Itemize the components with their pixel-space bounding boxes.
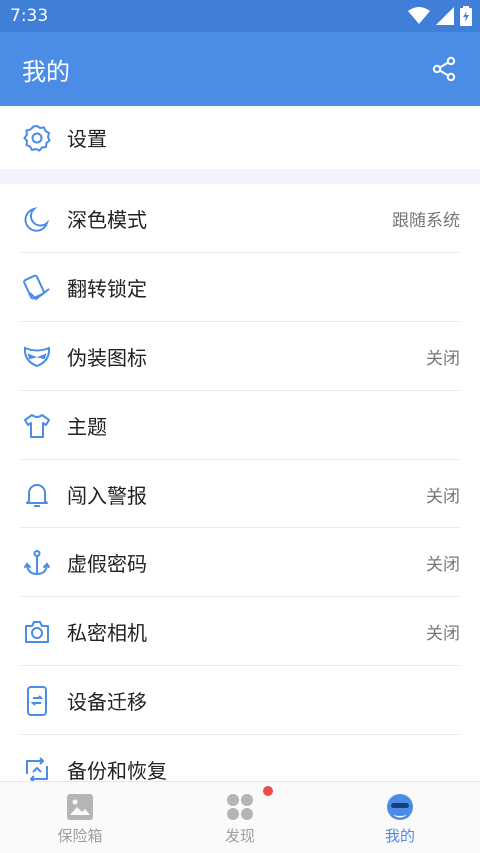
menu-item-dark-mode[interactable]: 深色模式 跟随系统 <box>0 184 480 253</box>
settings-item[interactable]: 设置 <box>0 106 480 169</box>
menu-item-intruder-alert[interactable]: 闯入警报 关闭 <box>0 460 480 529</box>
menu-label: 主题 <box>67 415 107 439</box>
signal-icon <box>436 7 454 25</box>
menu-label: 闯入警报 <box>67 484 147 508</box>
menu-item-disguise-icon[interactable]: 伪装图标 关闭 <box>0 322 480 391</box>
menu-label: 翻转锁定 <box>67 277 147 301</box>
menu-label: 伪装图标 <box>67 346 147 370</box>
system-icons <box>408 6 472 26</box>
menu-value: 关闭 <box>426 487 460 507</box>
status-time: 7:33 <box>10 6 49 26</box>
mask-icon <box>22 342 52 372</box>
share-icon[interactable] <box>430 55 458 83</box>
settings-label: 设置 <box>67 127 107 151</box>
nav-label: 我的 <box>384 827 415 845</box>
camera-icon <box>22 617 52 647</box>
menu-value: 关闭 <box>426 349 460 369</box>
grid-icon <box>226 793 254 821</box>
nav-label: 保险箱 <box>57 827 103 845</box>
menu-value: 跟随系统 <box>392 211 460 231</box>
backup-icon <box>22 755 52 785</box>
nav-tab-vault[interactable]: 保险箱 <box>0 782 160 853</box>
notification-badge <box>263 786 273 796</box>
menu-value: 关闭 <box>426 624 460 644</box>
menu-label: 备份和恢复 <box>67 759 167 783</box>
menu-value: 关闭 <box>426 555 460 575</box>
moon-icon <box>22 204 52 234</box>
menu-label: 深色模式 <box>67 208 147 232</box>
menu-item-fake-password[interactable]: 虚假密码 关闭 <box>0 528 480 597</box>
battery-icon <box>460 6 472 26</box>
menu-label: 虚假密码 <box>67 552 147 576</box>
avatar-icon <box>386 793 414 821</box>
page-title: 我的 <box>22 57 70 86</box>
bell-icon <box>22 480 52 510</box>
menu-label: 设备迁移 <box>67 690 147 714</box>
nav-label: 发现 <box>224 827 255 845</box>
flip-lock-icon <box>22 273 52 303</box>
app-bar: 我的 <box>0 32 480 106</box>
tshirt-icon <box>22 411 52 441</box>
gear-icon <box>22 123 52 153</box>
nav-tab-discover[interactable]: 发现 <box>160 782 320 853</box>
image-icon <box>66 793 94 821</box>
menu-item-device-migration[interactable]: 设备迁移 <box>0 666 480 735</box>
wifi-icon <box>408 7 430 24</box>
section-gap <box>0 169 480 184</box>
menu-item-private-camera[interactable]: 私密相机 关闭 <box>0 597 480 666</box>
menu-item-theme[interactable]: 主题 <box>0 391 480 460</box>
menu-label: 私密相机 <box>67 621 147 645</box>
phone-transfer-icon <box>22 685 52 716</box>
menu-item-flip-lock[interactable]: 翻转锁定 <box>0 253 480 322</box>
bottom-navigation: 保险箱 发现 我的 <box>0 781 480 853</box>
anchor-icon <box>22 548 52 578</box>
nav-tab-mine[interactable]: 我的 <box>320 782 480 853</box>
status-bar: 7:33 <box>0 0 480 32</box>
